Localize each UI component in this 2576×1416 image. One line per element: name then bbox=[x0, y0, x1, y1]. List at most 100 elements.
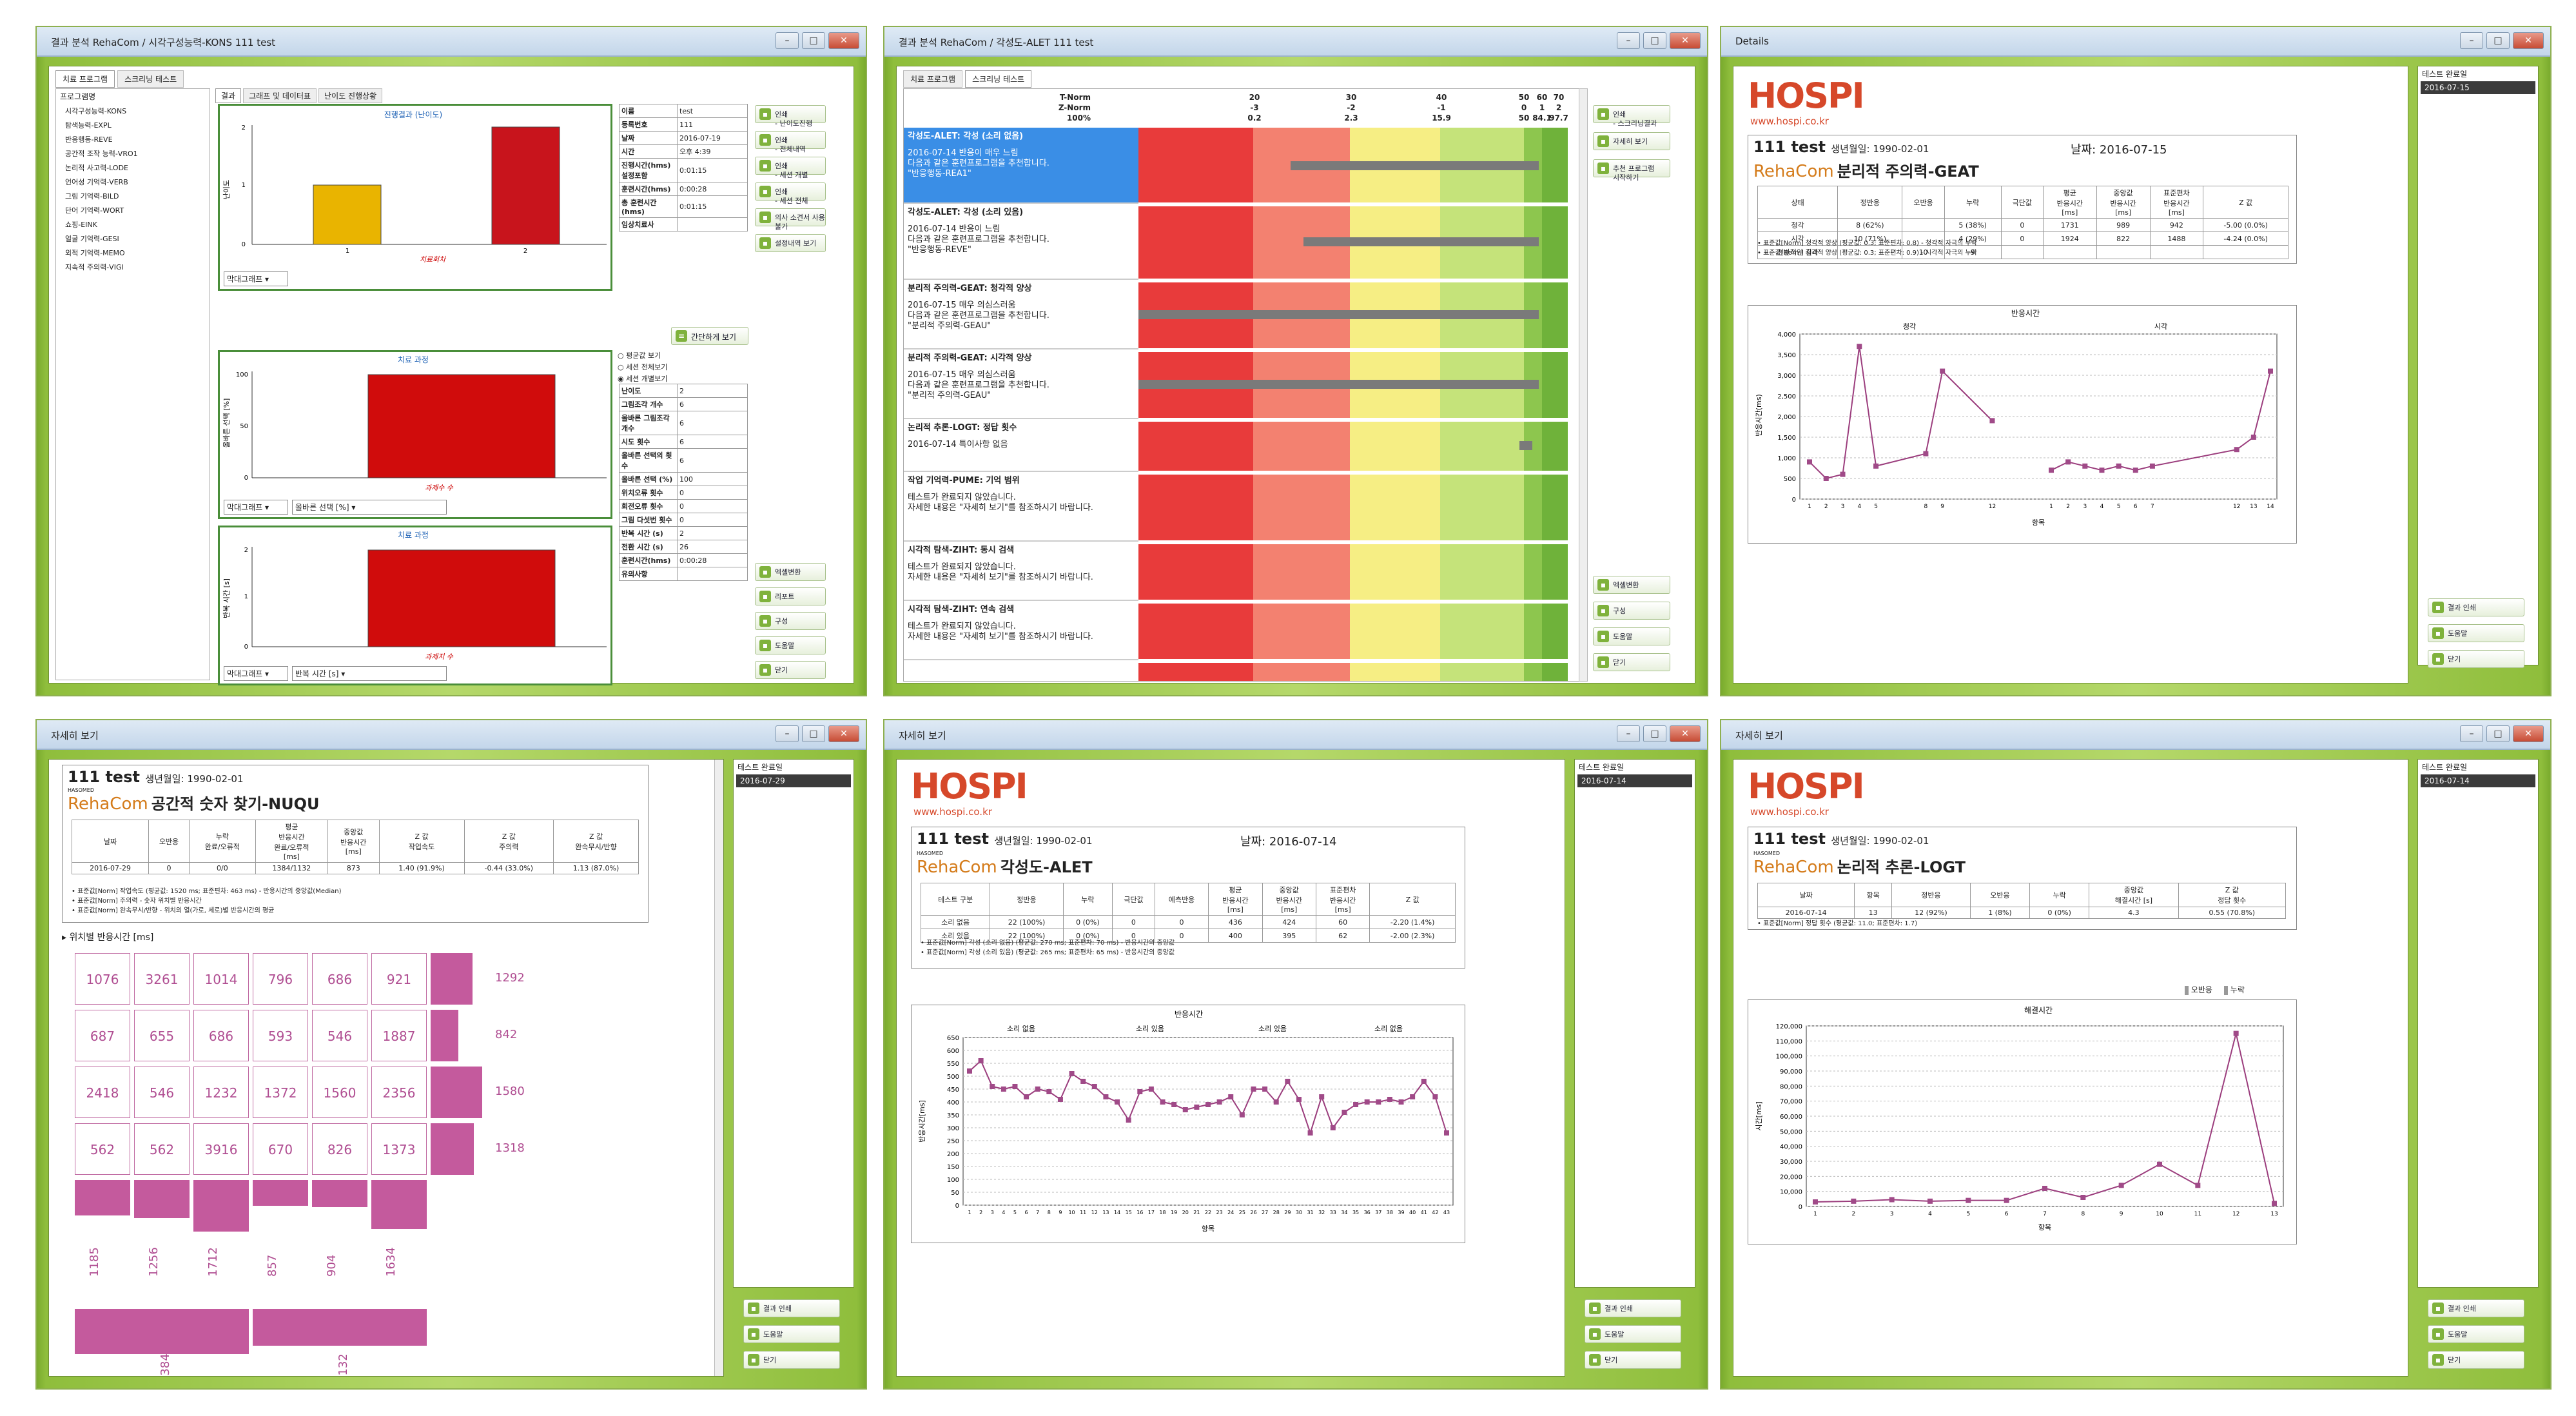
left-point[interactable] bbox=[1857, 344, 1862, 349]
subtab-result[interactable]: 결과 bbox=[215, 88, 242, 103]
data-point[interactable] bbox=[1182, 1107, 1188, 1112]
data-point[interactable] bbox=[1035, 1087, 1040, 1092]
side-button-0[interactable]: ▪ 결과 인쇄 bbox=[1585, 1299, 1681, 1317]
side-button-2[interactable]: ▪ 닫기 bbox=[743, 1351, 840, 1369]
radio-average[interactable]: ○ 평균값 보기 bbox=[618, 350, 667, 362]
minimize-button[interactable]: – bbox=[1617, 32, 1640, 49]
data-point[interactable] bbox=[1927, 1198, 1933, 1204]
maximize-button[interactable]: □ bbox=[1643, 725, 1666, 742]
tree-item[interactable]: 언어성 기억력-VERB bbox=[56, 175, 210, 189]
data-point[interactable] bbox=[1228, 1094, 1234, 1099]
screening-item[interactable]: 분리적 주의력-GEAT: 시각적 양상 2016-07-15 매우 의심스러움 다… bbox=[904, 349, 1138, 419]
side-button-2[interactable]: ▪ 닫기 bbox=[2428, 1351, 2524, 1369]
data-point[interactable] bbox=[2004, 1197, 2009, 1203]
tree-item[interactable]: 지속적 주의력-VIGI bbox=[56, 260, 210, 274]
metric-select[interactable]: 반복 시간 [s] ▾ bbox=[292, 666, 447, 681]
sidebar-date-item[interactable]: 2016-07-14 bbox=[1577, 774, 1692, 787]
tree-root[interactable]: 프로그램명 bbox=[56, 89, 210, 104]
data-point[interactable] bbox=[1091, 1084, 1097, 1089]
data-point[interactable] bbox=[1285, 1079, 1291, 1084]
data-point[interactable] bbox=[1000, 1087, 1006, 1092]
data-point[interactable] bbox=[1342, 1110, 1347, 1115]
data-point[interactable] bbox=[1444, 1130, 1449, 1136]
left-point[interactable] bbox=[1940, 368, 1946, 374]
side-button-4[interactable]: ▪ 의사 소견서 사용불가 bbox=[755, 208, 826, 231]
tree-item[interactable]: 시각구성능력-KONS bbox=[56, 104, 210, 118]
data-point[interactable] bbox=[1410, 1094, 1416, 1099]
left-point[interactable] bbox=[1807, 459, 1812, 465]
bottom-button-1[interactable]: ▪ 리포트 bbox=[755, 587, 826, 605]
close-button[interactable]: ✕ bbox=[828, 32, 859, 49]
data-point[interactable] bbox=[1851, 1198, 1857, 1204]
side-button-1[interactable]: ▪ 인쇄 - 전체내역 bbox=[755, 131, 826, 153]
side-button-0[interactable]: ▪ 결과 인쇄 bbox=[743, 1299, 840, 1317]
data-point[interactable] bbox=[1330, 1125, 1336, 1130]
data-point[interactable] bbox=[1319, 1094, 1325, 1099]
side-button-2[interactable]: ▪ 닫기 bbox=[1585, 1351, 1681, 1369]
data-point[interactable] bbox=[978, 1058, 984, 1063]
tree-item[interactable]: 반응행동-REVE bbox=[56, 132, 210, 146]
data-point[interactable] bbox=[1421, 1079, 1427, 1084]
data-point[interactable] bbox=[1376, 1099, 1381, 1105]
side-button-0[interactable]: ▪ 결과 인쇄 bbox=[2428, 598, 2524, 616]
data-point[interactable] bbox=[2080, 1195, 2086, 1200]
bottom-button-2[interactable]: ▪ 구성 bbox=[755, 612, 826, 630]
tab-therapy-program[interactable]: 치료 프로그램 bbox=[55, 70, 115, 88]
data-point[interactable] bbox=[1137, 1089, 1143, 1094]
side-button-2[interactable]: ▪ 인쇄 - 세션 개별 bbox=[755, 157, 826, 179]
screening-item[interactable]: 시각적 탐색-ZIHT: 연속 검색 테스트가 완료되지 않았습니다. 자세한 내용… bbox=[904, 601, 1138, 660]
chart-type-select[interactable]: 막대그래프 ▾ bbox=[224, 666, 288, 681]
tab-therapy-program[interactable]: 치료 프로그램 bbox=[903, 70, 963, 88]
minimize-button[interactable]: – bbox=[2460, 32, 2483, 49]
data-point[interactable] bbox=[2157, 1161, 2162, 1167]
data-point[interactable] bbox=[1262, 1087, 1268, 1092]
maximize-button[interactable]: □ bbox=[2486, 32, 2510, 49]
side-button-3[interactable]: ▪ 인쇄 - 세션 전체 bbox=[755, 182, 826, 205]
data-point[interactable] bbox=[1398, 1099, 1404, 1105]
data-point[interactable] bbox=[1296, 1097, 1302, 1102]
data-point[interactable] bbox=[2233, 1030, 2239, 1036]
tree-item[interactable]: 얼굴 기억력-GESI bbox=[56, 231, 210, 246]
bottom-button-4[interactable]: ▪ 닫기 bbox=[755, 661, 826, 679]
data-point[interactable] bbox=[1080, 1079, 1086, 1084]
simple-view-button[interactable]: ≡ 간단하게 보기 bbox=[671, 327, 748, 345]
data-point[interactable] bbox=[1273, 1099, 1279, 1105]
side-button-0[interactable]: ▪ 인쇄 - 난이도진행 bbox=[755, 105, 826, 128]
right-point[interactable] bbox=[2234, 447, 2239, 453]
side-button-2[interactable]: ▪ 닫기 bbox=[2428, 650, 2524, 668]
subtab-level-progress[interactable]: 난이도 진행상황 bbox=[318, 88, 383, 103]
right-point[interactable] bbox=[2049, 467, 2054, 473]
right-point[interactable] bbox=[2268, 368, 2273, 374]
minimize-button[interactable]: – bbox=[2460, 725, 2483, 742]
left-point[interactable] bbox=[1823, 476, 1829, 481]
tree-item[interactable]: 단어 기억력-WORT bbox=[56, 203, 210, 217]
bottom-button-1[interactable]: ▪ 구성 bbox=[1593, 602, 1670, 620]
tree-item[interactable]: 논리적 사고력-LODE bbox=[56, 161, 210, 175]
data-point[interactable] bbox=[1432, 1094, 1438, 1099]
data-point[interactable] bbox=[1194, 1105, 1200, 1110]
data-point[interactable] bbox=[1103, 1094, 1109, 1099]
data-point[interactable] bbox=[1024, 1094, 1029, 1099]
close-button[interactable]: ✕ bbox=[2513, 32, 2544, 49]
side-button-5[interactable]: ▪ 설정내역 보기 bbox=[755, 234, 826, 252]
data-point[interactable] bbox=[1069, 1071, 1075, 1076]
tree-item[interactable]: 그림 기억력-BILD bbox=[56, 189, 210, 203]
scrollbar[interactable] bbox=[1579, 88, 1588, 682]
side-button-1[interactable]: ▪ 도움말 bbox=[743, 1325, 840, 1343]
data-point[interactable] bbox=[2272, 1201, 2277, 1206]
screening-item[interactable]: 시각적 탐색-ZIHT: 동시 검색 테스트가 완료되지 않았습니다. 자세한 내용… bbox=[904, 542, 1138, 601]
sidebar-date-item[interactable]: 2016-07-29 bbox=[736, 774, 851, 787]
side-button-1[interactable]: ▪ 도움말 bbox=[2428, 1325, 2524, 1343]
maximize-button[interactable]: □ bbox=[2486, 725, 2510, 742]
side-button-1[interactable]: ▪ 자세히 보기 bbox=[1593, 132, 1670, 150]
data-point[interactable] bbox=[1251, 1087, 1256, 1092]
data-point[interactable] bbox=[1046, 1089, 1052, 1094]
data-point[interactable] bbox=[1171, 1102, 1177, 1107]
side-button-2[interactable]: ▪ 추천 프로그램 시작하기 bbox=[1593, 159, 1670, 182]
data-point[interactable] bbox=[1364, 1099, 1370, 1105]
bar-time[interactable] bbox=[367, 549, 556, 647]
right-point[interactable] bbox=[2116, 463, 2122, 469]
close-button[interactable]: ✕ bbox=[1670, 725, 1701, 742]
data-point[interactable] bbox=[2042, 1186, 2047, 1191]
close-button[interactable]: ✕ bbox=[2513, 725, 2544, 742]
